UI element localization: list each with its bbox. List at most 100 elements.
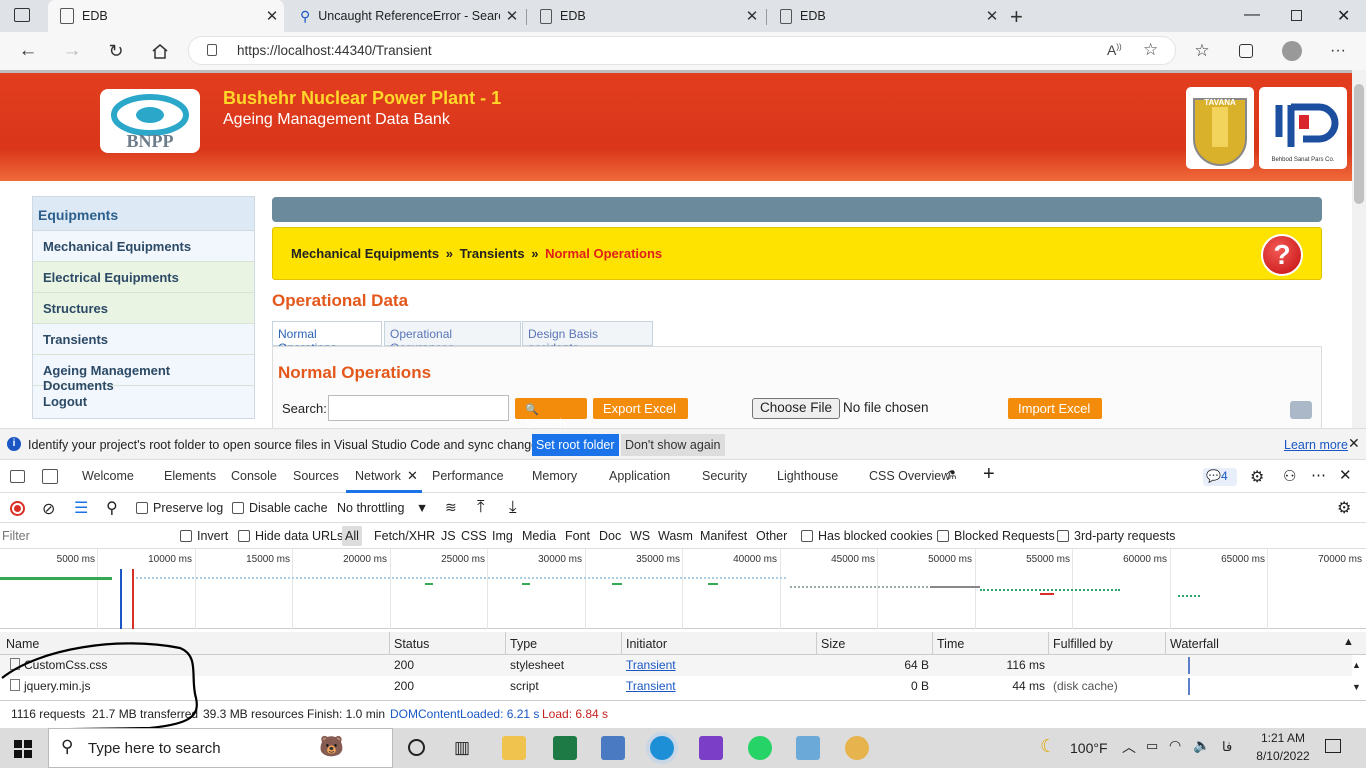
dont-show-again-button[interactable]: Don't show again	[621, 434, 725, 456]
search-button[interactable]: 🔍Search	[515, 398, 587, 428]
more-tools-icon[interactable]: +	[983, 463, 995, 486]
filter-js[interactable]: JS	[441, 529, 456, 543]
address-bar[interactable]: https://localhost:44340/Transient A)) ☆	[188, 36, 1176, 65]
customize-icon[interactable]: ⚇	[1283, 467, 1296, 485]
tab-elements[interactable]: Elements	[164, 469, 216, 483]
favorites-icon[interactable]: ☆	[1188, 38, 1216, 64]
tab-security[interactable]: Security	[702, 469, 747, 483]
initiator-link[interactable]: Transient	[626, 658, 676, 672]
tab-lighthouse[interactable]: Lighthouse	[777, 469, 838, 483]
col-size[interactable]: Size	[821, 637, 845, 651]
tab-actions-icon[interactable]	[14, 8, 30, 22]
tab-application[interactable]: Application	[609, 469, 670, 483]
col-type[interactable]: Type	[510, 637, 537, 651]
close-window-icon[interactable]: ✕	[1337, 6, 1350, 26]
tab-normal-operations[interactable]: Normal Operations	[272, 321, 382, 355]
export-excel-button[interactable]: Export Excel	[593, 398, 688, 419]
scroll-down-icon[interactable]: ▼	[1352, 682, 1361, 692]
visual-studio-icon[interactable]	[699, 736, 723, 760]
tab-design-basis-accidents[interactable]: Design Basis accidents	[522, 321, 653, 355]
col-fulfilled-by[interactable]: Fulfilled by	[1053, 637, 1113, 651]
start-button[interactable]	[14, 740, 32, 758]
sidebar-item-transients[interactable]: Transients	[33, 324, 254, 355]
col-time[interactable]: Time	[937, 637, 964, 651]
issues-badge[interactable]: 💬4	[1203, 468, 1237, 486]
filter-media[interactable]: Media	[522, 529, 556, 543]
home-icon[interactable]	[146, 38, 174, 64]
col-status[interactable]: Status	[394, 637, 429, 651]
close-tab-icon[interactable]: ✕	[500, 7, 524, 25]
initiator-link[interactable]: Transient	[626, 679, 676, 693]
battery-icon[interactable]: ▭	[1146, 738, 1158, 754]
export-har-icon[interactable]: ⤓	[509, 497, 517, 517]
filter-all[interactable]: All	[342, 526, 362, 546]
tab-welcome[interactable]: Welcome	[82, 469, 134, 483]
close-tab-icon[interactable]: ✕	[980, 7, 1004, 25]
scroll-up-icon[interactable]: ▲	[1352, 660, 1361, 670]
sidebar-item-structures[interactable]: Structures	[33, 293, 254, 324]
tray-chevron-icon[interactable]: ︿	[1122, 737, 1136, 757]
browser-tab-edb[interactable]: EDB ✕	[48, 0, 284, 32]
refresh-icon[interactable]: ↻	[102, 38, 130, 64]
settings-icon[interactable]: ⚙	[1250, 467, 1264, 487]
tab-network[interactable]: Network	[355, 469, 401, 483]
third-party-checkbox[interactable]: 3rd-party requests	[1057, 529, 1175, 543]
learn-more-link[interactable]: Learn more	[1284, 438, 1348, 452]
sidebar-item-electrical[interactable]: Electrical Equipments	[33, 262, 254, 293]
tab-css-overview[interactable]: CSS Overview	[869, 469, 950, 483]
tab-memory[interactable]: Memory	[532, 469, 577, 483]
sidebar-item-mechanical[interactable]: Mechanical Equipments	[33, 231, 254, 262]
more-options-icon[interactable]: ⋯	[1311, 466, 1326, 484]
taskbar-search-box[interactable]: ⚲ Type here to search 🐻	[48, 728, 393, 768]
inspect-icon[interactable]	[10, 470, 25, 483]
close-tab-icon[interactable]: ✕	[260, 7, 284, 25]
network-settings-icon[interactable]: ⚙	[1337, 498, 1351, 518]
breadcrumb-transients[interactable]: Transients	[460, 246, 525, 261]
hide-data-urls-checkbox[interactable]: Hide data URLs	[238, 529, 343, 543]
record-icon[interactable]	[10, 501, 25, 516]
import-har-icon[interactable]: ⤒	[477, 497, 485, 517]
language-indicator[interactable]: فا	[1222, 739, 1232, 755]
network-conditions-icon[interactable]: ≋	[445, 499, 457, 516]
back-icon[interactable]: ←	[14, 38, 42, 64]
close-devtools-icon[interactable]: ✕	[1339, 466, 1352, 484]
sidebar-item-ageing-docs[interactable]: Ageing Management Documents	[33, 355, 254, 393]
weather-text[interactable]: 100°F	[1070, 740, 1108, 756]
choose-file-button[interactable]: Choose File	[752, 398, 841, 419]
profile-avatar[interactable]	[1278, 38, 1306, 64]
notifications-icon[interactable]	[1325, 739, 1341, 753]
close-network-tab-icon[interactable]: ✕	[407, 468, 418, 484]
help-icon[interactable]: ?	[1261, 234, 1303, 276]
sort-ascending-icon[interactable]: ▲	[1343, 636, 1354, 648]
cortana-icon[interactable]	[408, 739, 425, 756]
close-infobar-icon[interactable]: ✕	[1348, 435, 1360, 452]
clock-time[interactable]: 1:21 AM	[1258, 731, 1308, 745]
filter-img[interactable]: Img	[492, 529, 513, 543]
notepad-icon[interactable]	[796, 736, 820, 760]
clock-date[interactable]: 8/10/2022	[1254, 749, 1312, 763]
edge-icon[interactable]	[650, 736, 674, 760]
excel-icon[interactable]	[553, 736, 577, 760]
invert-checkbox[interactable]: Invert	[180, 529, 228, 543]
col-initiator[interactable]: Initiator	[626, 637, 667, 651]
tab-sources[interactable]: Sources	[293, 469, 339, 483]
disable-cache-checkbox[interactable]: Disable cache	[232, 501, 328, 515]
search-network-icon[interactable]: ⚲	[106, 498, 118, 518]
collections-icon[interactable]	[1232, 38, 1260, 64]
volume-icon[interactable]: 🔈	[1193, 737, 1210, 754]
tab-console[interactable]: Console	[231, 469, 277, 483]
forward-icon[interactable]: →	[58, 38, 86, 64]
new-tab-icon[interactable]: +	[1010, 4, 1023, 30]
filter-css[interactable]: CSS	[461, 529, 487, 543]
filter-wasm[interactable]: Wasm	[658, 529, 693, 543]
restore-icon[interactable]	[1291, 10, 1302, 21]
whatsapp-icon[interactable]	[748, 736, 772, 760]
wifi-icon[interactable]: ◠	[1169, 737, 1181, 754]
filter-input[interactable]	[2, 526, 167, 546]
read-aloud-icon[interactable]: A))	[1107, 42, 1122, 58]
browser-tab-search[interactable]: ⚲ Uncaught ReferenceError - Searc ✕	[288, 0, 524, 32]
filter-ws[interactable]: WS	[630, 529, 650, 543]
preserve-log-checkbox[interactable]: Preserve log	[136, 501, 223, 515]
more-menu-icon[interactable]: ···	[1324, 38, 1352, 64]
app-icon[interactable]	[601, 736, 625, 760]
